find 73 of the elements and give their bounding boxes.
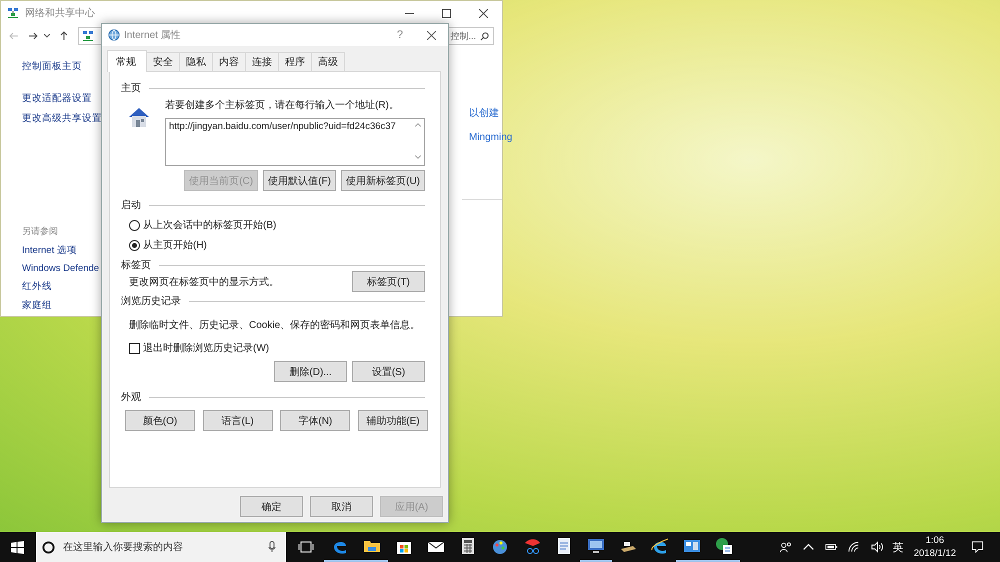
checkbox-label[interactable]: 退出时删除浏览历史记录(W) bbox=[143, 341, 270, 355]
palette-icon bbox=[491, 537, 509, 555]
tab[interactable]: 常规 bbox=[107, 50, 147, 72]
close-icon[interactable] bbox=[479, 8, 488, 18]
search-icon bbox=[480, 32, 489, 40]
content-link[interactable]: Mingming bbox=[469, 132, 512, 143]
document-icon bbox=[555, 537, 573, 555]
content-link[interactable]: 以创建 bbox=[469, 106, 499, 120]
speaker-icon[interactable] bbox=[870, 541, 884, 553]
radio-button[interactable] bbox=[129, 220, 140, 230]
dialog-button[interactable]: 语言(L) bbox=[202, 410, 273, 431]
dialog-title: Internet 属性 bbox=[124, 28, 181, 42]
tabs-button[interactable]: 标签页(T) bbox=[352, 271, 425, 292]
battery-icon[interactable] bbox=[824, 541, 838, 553]
help-button[interactable]: ? bbox=[396, 29, 403, 41]
dialog-button[interactable]: 设置(S) bbox=[352, 361, 425, 382]
up-arrow-icon[interactable] bbox=[58, 31, 68, 41]
network-icon bbox=[7, 7, 19, 19]
sidebar-link[interactable]: 更改适配器设置 bbox=[22, 92, 92, 105]
browser-e-icon bbox=[651, 537, 669, 555]
instruction-text: 若要创建多个主标签页，请在每行输入一个地址(R)。 bbox=[165, 98, 400, 112]
home-page-field[interactable]: http://jingyan.baidu.com/user/npublic?uid=fd24c36c37 bbox=[165, 118, 425, 166]
description-text: 更改网页在标签页中的显示方式。 bbox=[129, 276, 279, 288]
wifi-icon[interactable] bbox=[848, 541, 861, 553]
sidebar-link[interactable]: 红外线 bbox=[22, 280, 52, 293]
people-icon[interactable] bbox=[778, 541, 792, 553]
scrollbar-icon bbox=[414, 121, 422, 161]
maximize-icon[interactable] bbox=[442, 8, 451, 18]
sidebar-link[interactable]: 家庭组 bbox=[22, 299, 52, 312]
window-title: 网络和共享中心 bbox=[25, 6, 95, 20]
windows-logo-icon[interactable] bbox=[11, 540, 24, 554]
sidebar-link[interactable]: Internet 选项 bbox=[22, 244, 77, 257]
tab[interactable]: 高级 bbox=[311, 52, 345, 71]
dialog-button[interactable]: 删除(D)... bbox=[274, 361, 347, 382]
house-icon bbox=[127, 106, 151, 128]
group-heading: 外观 bbox=[121, 391, 141, 404]
group-heading: 启动 bbox=[121, 198, 141, 212]
monitor-icon bbox=[587, 537, 605, 555]
microphone-icon[interactable] bbox=[268, 541, 276, 553]
dialog-button[interactable]: 取消 bbox=[310, 496, 373, 517]
clock[interactable]: 1:06 2018/1/12 bbox=[914, 534, 956, 560]
dialog-button[interactable]: 使用默认值(F) bbox=[263, 170, 336, 191]
sidebar-link[interactable]: 更改高级共享设置 bbox=[22, 112, 102, 125]
forward-arrow-icon[interactable] bbox=[28, 31, 38, 41]
dialog-button[interactable]: 颜色(O) bbox=[125, 410, 195, 431]
taskbar-search-field[interactable]: 在这里输入你要搜索的内容 bbox=[36, 532, 286, 562]
scissors-icon bbox=[523, 537, 541, 555]
close-icon[interactable] bbox=[427, 30, 436, 40]
input-method-indicator[interactable]: 英 bbox=[892, 540, 904, 554]
circle-icon bbox=[42, 540, 55, 554]
dialog-button[interactable]: 确定 bbox=[240, 496, 303, 517]
description-text: 删除临时文件、历史记录、Cookie、保存的密码和网页表单信息。 bbox=[128, 318, 422, 332]
network-icon bbox=[82, 30, 94, 42]
calculator-icon bbox=[459, 537, 477, 555]
section-heading: 另请参阅 bbox=[22, 225, 58, 238]
notification-icon[interactable] bbox=[971, 541, 984, 553]
sidebar-link[interactable]: 控制面板主页 bbox=[22, 60, 82, 73]
radio-label[interactable]: 从主页开始(H) bbox=[143, 238, 207, 252]
radio-label[interactable]: 从上次会话中的标签页开始(B) bbox=[143, 218, 276, 232]
radio-button[interactable] bbox=[129, 240, 140, 250]
window-panel-icon bbox=[683, 537, 701, 555]
sidebar-link[interactable]: Windows Defende bbox=[22, 263, 100, 274]
checkbox[interactable] bbox=[129, 342, 140, 354]
group-heading: 浏览历史记录 bbox=[121, 294, 181, 308]
globe-document-icon bbox=[715, 537, 733, 555]
caret-icon[interactable] bbox=[44, 34, 50, 38]
group-heading: 标签页 bbox=[121, 258, 151, 272]
dialog-button[interactable]: 辅助功能(E) bbox=[358, 410, 428, 431]
group-heading: 主页 bbox=[121, 82, 141, 95]
dialog-button[interactable]: 使用新标签页(U) bbox=[341, 170, 425, 191]
globe-icon bbox=[108, 29, 120, 41]
dialog-button[interactable]: 字体(N) bbox=[280, 410, 350, 431]
task-view-icon[interactable] bbox=[298, 541, 314, 553]
